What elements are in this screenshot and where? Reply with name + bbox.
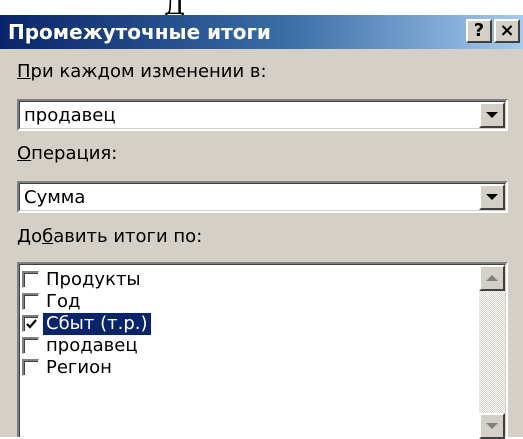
list-item-label: Год (46, 291, 81, 312)
checkmark-icon (26, 319, 37, 329)
operation-combo-frame: Сумма (19, 183, 506, 211)
operation-label-rest: перация: (31, 143, 118, 164)
checkbox[interactable] (22, 293, 39, 310)
checkbox[interactable] (22, 271, 39, 288)
group-by-dropdown-button[interactable] (479, 102, 505, 128)
add-totals-label: Добавить итоги по: (17, 226, 202, 248)
listbox-frame: Продукты Год Сбыт (т.р.) продавец Регион (19, 264, 506, 439)
add-totals-label-accel: б (42, 226, 54, 247)
chevron-down-icon (486, 112, 498, 118)
checkbox[interactable] (22, 359, 39, 376)
group-by-label-rest: ри каждом изменении в: (30, 61, 267, 82)
cropped-text-fragment: Д (164, 0, 186, 15)
operation-label: Операция: (17, 143, 117, 165)
title-bar[interactable]: Промежуточные итоги ? × (0, 15, 523, 49)
group-by-label: При каждом изменении в: (17, 61, 267, 83)
chevron-down-icon (486, 194, 498, 200)
scroll-down-button[interactable] (479, 413, 505, 439)
list-item-label: Продукты (46, 269, 141, 290)
chevron-up-icon (486, 275, 498, 281)
list-item[interactable]: Продукты (20, 269, 456, 291)
close-icon: × (499, 20, 515, 41)
add-totals-label-pre: До (17, 226, 43, 247)
help-icon: ? (473, 20, 485, 41)
checkbox[interactable] (22, 337, 39, 354)
list-item-selected[interactable]: Сбыт (т.р.) (20, 312, 456, 336)
scroll-up-button[interactable] (479, 265, 505, 291)
checkbox-checked[interactable] (22, 315, 39, 332)
list-item[interactable]: продавец (20, 335, 456, 357)
subtotals-dialog: Промежуточные итоги ? × При каждом измен… (0, 15, 523, 439)
add-totals-label-post: авить итоги по: (53, 226, 203, 247)
group-by-combo-frame: продавец (19, 101, 506, 129)
operation-label-accel: О (17, 143, 32, 164)
chevron-down-icon (486, 423, 498, 429)
list-item-label: Регион (46, 357, 112, 378)
vertical-scrollbar[interactable] (479, 265, 505, 439)
group-by-label-accel: П (17, 61, 31, 82)
list-item-label: Сбыт (т.р.) (42, 312, 152, 336)
list-item[interactable]: Регион (20, 357, 456, 379)
list-item-label: продавец (46, 335, 138, 356)
dialog-title: Промежуточные итоги (8, 20, 271, 44)
operation-value: Сумма (24, 187, 86, 208)
operation-combo[interactable]: Сумма (17, 181, 508, 213)
add-totals-listbox[interactable]: Продукты Год Сбыт (т.р.) продавец Регион (17, 262, 508, 439)
list-item[interactable]: Год (20, 291, 456, 313)
group-by-value: продавец (24, 105, 116, 126)
group-by-combo[interactable]: продавец (17, 99, 508, 131)
close-button[interactable]: × (494, 19, 520, 43)
operation-dropdown-button[interactable] (479, 184, 505, 210)
background-strip: Д (0, 0, 523, 15)
help-button[interactable]: ? (466, 19, 492, 43)
